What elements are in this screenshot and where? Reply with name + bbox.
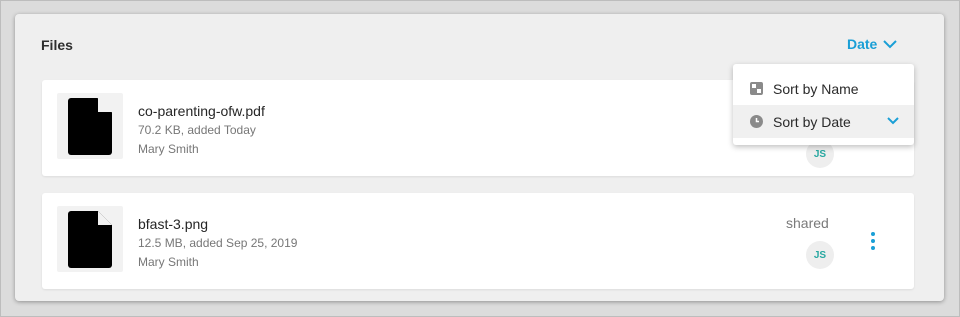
- sort-by-date-option[interactable]: Sort by Date: [733, 105, 914, 138]
- more-options-icon[interactable]: [868, 232, 878, 252]
- file-owner: Mary Smith: [138, 142, 199, 156]
- document-icon: [68, 98, 112, 155]
- file-thumbnail: [57, 206, 123, 272]
- sort-name-icon: [750, 82, 763, 95]
- clock-icon: [750, 115, 763, 128]
- file-name[interactable]: bfast-3.png: [138, 216, 208, 232]
- sort-by-date-label: Sort by Date: [773, 114, 851, 130]
- file-meta: 12.5 MB, added Sep 25, 2019: [138, 236, 298, 250]
- chevron-down-icon: [883, 39, 898, 48]
- file-meta: 70.2 KB, added Today: [138, 123, 256, 137]
- file-row[interactable]: bfast-3.png 12.5 MB, added Sep 25, 2019 …: [42, 193, 914, 289]
- avatar: JS: [806, 241, 834, 269]
- shared-status-label: shared: [786, 215, 829, 231]
- file-owner: Mary Smith: [138, 255, 199, 269]
- files-heading: Files: [41, 37, 73, 53]
- sort-by-name-label: Sort by Name: [773, 81, 859, 97]
- sort-by-name-option[interactable]: Sort by Name: [733, 72, 914, 105]
- sort-menu: Sort by Name Sort by Date: [733, 64, 914, 145]
- chevron-down-icon: [887, 117, 899, 125]
- file-name[interactable]: co-parenting-ofw.pdf: [138, 103, 265, 119]
- sort-dropdown-toggle[interactable]: Date: [847, 36, 898, 52]
- sort-current-label: Date: [847, 36, 878, 52]
- files-card: Files Date co-parenting-ofw.pdf 70.2 KB,…: [15, 14, 944, 301]
- document-icon: [68, 211, 112, 268]
- file-thumbnail: [57, 93, 123, 159]
